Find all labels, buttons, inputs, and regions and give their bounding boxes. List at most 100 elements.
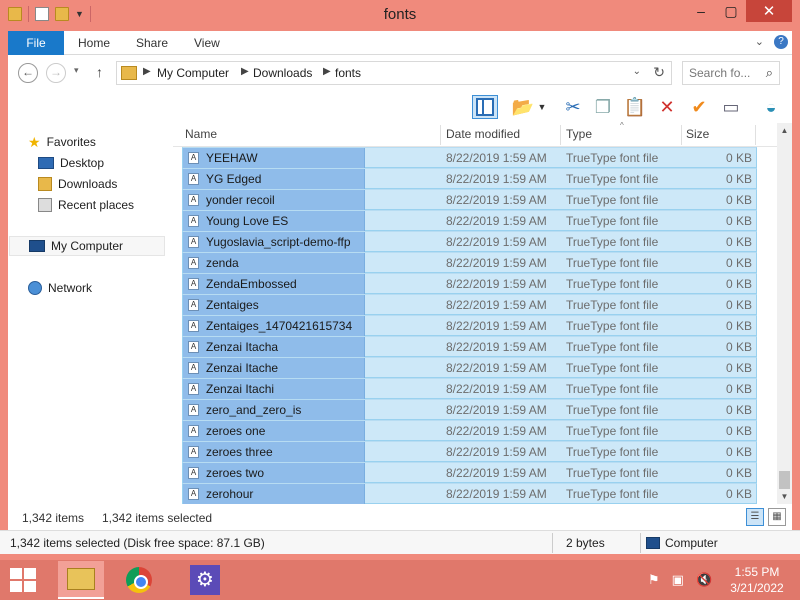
minimize-button[interactable]: – bbox=[686, 0, 716, 22]
vertical-scrollbar[interactable]: ▲ ▼ bbox=[777, 123, 792, 504]
cut-button[interactable]: ✂ bbox=[560, 95, 586, 119]
name-cell[interactable]: A Yugoslavia_script-demo-ffp bbox=[183, 232, 365, 252]
table-row[interactable]: Azeroes three 8/22/2019 1:59 AM TrueType f… bbox=[182, 441, 757, 462]
name-cell[interactable]: A Young Love ES bbox=[183, 211, 365, 231]
tab-file[interactable]: File bbox=[8, 31, 64, 55]
table-row[interactable]: Azerohour 8/22/2019 1:59 AM TrueType font … bbox=[182, 483, 757, 504]
properties-button[interactable]: ▭ bbox=[718, 95, 744, 119]
column-name[interactable]: Name bbox=[185, 127, 217, 141]
table-row[interactable]: Azeroes one 8/22/2019 1:59 AM TrueType fon… bbox=[182, 420, 757, 441]
file-name: Zenzai Itacha bbox=[206, 340, 279, 354]
table-row[interactable]: A Zentaiges_1470421615734 8/22/2019 1:59 A… bbox=[182, 315, 757, 336]
help-icon[interactable]: ? bbox=[774, 35, 788, 49]
scroll-down-icon[interactable]: ▼ bbox=[777, 489, 792, 504]
tab-home[interactable]: Home bbox=[64, 31, 124, 55]
scroll-up-icon[interactable]: ▲ bbox=[777, 123, 792, 138]
name-cell[interactable]: Azenda bbox=[183, 253, 365, 273]
breadcrumb-fonts[interactable]: fonts bbox=[335, 66, 361, 80]
breadcrumb-downloads[interactable]: Downloads bbox=[253, 66, 312, 80]
taskbar-chrome[interactable] bbox=[116, 561, 162, 599]
file-type: TrueType font file bbox=[566, 424, 659, 438]
desktop-icon bbox=[38, 157, 54, 169]
scroll-thumb[interactable] bbox=[779, 471, 790, 489]
rename-button[interactable]: ✔ bbox=[686, 95, 712, 119]
tab-view[interactable]: View bbox=[180, 31, 234, 55]
paste-button[interactable]: 📋 bbox=[622, 95, 648, 119]
move-to-dropdown-icon[interactable]: ▼ bbox=[536, 95, 548, 119]
speaker-muted-icon[interactable]: 🔇 bbox=[696, 572, 712, 588]
title-bar[interactable]: ▼ fonts – ▢ ✕ bbox=[0, 0, 800, 31]
up-arrow-icon[interactable]: ↑ bbox=[96, 64, 103, 80]
table-row[interactable]: A Zenzai Itache 8/22/2019 1:59 AM TrueType … bbox=[182, 357, 757, 378]
name-cell[interactable]: A Zenzai Itachi bbox=[183, 379, 365, 399]
table-row[interactable]: A Yugoslavia_script-demo-ffp 8/22/2019 1:5… bbox=[182, 231, 757, 252]
tab-share[interactable]: Share bbox=[122, 31, 182, 55]
table-row[interactable]: A ZendaEmbossed 8/22/2019 1:59 AM TrueType … bbox=[182, 273, 757, 294]
file-explorer-icon bbox=[67, 568, 95, 590]
file-name: zenda bbox=[206, 256, 239, 270]
name-cell[interactable]: A YG Edged bbox=[183, 169, 365, 189]
breadcrumb-my-computer[interactable]: My Computer bbox=[157, 66, 229, 80]
action-center-flag-icon[interactable]: ⚑ bbox=[648, 572, 660, 588]
refresh-icon[interactable]: ↻ bbox=[653, 64, 665, 81]
table-row[interactable]: A Zenzai Itacha 8/22/2019 1:59 AM TrueType … bbox=[182, 336, 757, 357]
name-cell[interactable]: A Zenzai Itache bbox=[183, 358, 365, 378]
name-cell[interactable]: A Zenzai Itacha bbox=[183, 337, 365, 357]
network-tray-icon[interactable]: ▣ bbox=[672, 572, 684, 588]
column-size[interactable]: Size bbox=[686, 127, 709, 141]
name-cell[interactable]: A Zentaiges bbox=[183, 295, 365, 315]
large-icons-view-icon[interactable]: ▦ bbox=[768, 508, 786, 526]
name-cell[interactable]: A YEEHAW bbox=[183, 148, 365, 168]
taskbar-settings[interactable]: ⚙ bbox=[182, 561, 228, 599]
taskbar-file-explorer[interactable] bbox=[58, 561, 104, 599]
name-cell[interactable]: Azero_and_zero_is bbox=[183, 400, 365, 420]
clock[interactable]: 1:55 PM 3/21/2022 bbox=[722, 564, 792, 596]
table-row[interactable]: Ayonder recoil 8/22/2019 1:59 AM TrueType … bbox=[182, 189, 757, 210]
delete-button[interactable]: ✕ bbox=[654, 95, 680, 119]
name-cell[interactable]: A ZendaEmbossed bbox=[183, 274, 365, 294]
recent-locations-icon[interactable]: ▾ bbox=[74, 65, 79, 76]
navigation-pane-button[interactable] bbox=[472, 95, 498, 119]
name-cell[interactable]: Azeroes two bbox=[183, 463, 365, 483]
name-cell[interactable]: A Zentaiges_1470421615734 bbox=[183, 316, 365, 336]
nav-recent-places[interactable]: Recent places bbox=[38, 195, 134, 215]
maximize-button[interactable]: ▢ bbox=[716, 0, 746, 22]
nav-network[interactable]: Network bbox=[28, 278, 92, 298]
expand-ribbon-icon[interactable]: ⌄ bbox=[755, 35, 764, 49]
options-button[interactable]: ◒ bbox=[758, 95, 784, 119]
back-button[interactable]: ← bbox=[18, 63, 38, 83]
close-button[interactable]: ✕ bbox=[746, 0, 792, 22]
search-input[interactable]: Search fo... ⌕ bbox=[682, 61, 780, 85]
chevron-right-icon[interactable]: ▶ bbox=[143, 66, 151, 77]
table-row[interactable]: Azenda 8/22/2019 1:59 AM TrueType font fil… bbox=[182, 252, 757, 273]
table-row[interactable]: A YG Edged 8/22/2019 1:59 AM TrueType font … bbox=[182, 168, 757, 189]
name-cell[interactable]: Azeroes one bbox=[183, 421, 365, 441]
details-view-icon[interactable]: ☰ bbox=[746, 508, 764, 526]
font-file-icon: A bbox=[188, 425, 199, 437]
name-cell[interactable]: Azerohour bbox=[183, 484, 365, 504]
name-cell[interactable]: Ayonder recoil bbox=[183, 190, 365, 210]
chevron-right-icon[interactable]: ▶ bbox=[323, 66, 331, 77]
column-type[interactable]: Type bbox=[566, 127, 592, 141]
nav-favorites[interactable]: ★ Favorites bbox=[28, 132, 96, 152]
nav-downloads[interactable]: Downloads bbox=[38, 174, 117, 194]
name-cell[interactable]: Azeroes three bbox=[183, 442, 365, 462]
table-row[interactable]: Azero_and_zero_is 8/22/2019 1:59 AM TrueTy… bbox=[182, 399, 757, 420]
forward-button[interactable]: → bbox=[46, 63, 66, 83]
table-row[interactable]: Azeroes two 8/22/2019 1:59 AM TrueType fon… bbox=[182, 462, 757, 483]
address-bar[interactable]: ▶ My Computer ▶ Downloads ▶ fonts ⌄ ↻ bbox=[116, 61, 672, 85]
file-date: 8/22/2019 1:59 AM bbox=[446, 256, 547, 270]
table-row[interactable]: A Zenzai Itachi 8/22/2019 1:59 AM TrueType … bbox=[182, 378, 757, 399]
nav-desktop[interactable]: Desktop bbox=[38, 153, 104, 173]
address-dropdown-icon[interactable]: ⌄ bbox=[633, 66, 641, 77]
details-bar: 1,342 items selected (Disk free space: 8… bbox=[0, 530, 800, 554]
move-to-button[interactable]: 📂 bbox=[510, 95, 536, 119]
table-row[interactable]: A Young Love ES 8/22/2019 1:59 AM TrueType … bbox=[182, 210, 757, 231]
nav-my-computer[interactable]: My Computer bbox=[9, 236, 165, 256]
start-button[interactable] bbox=[10, 568, 36, 592]
table-row[interactable]: A Zentaiges 8/22/2019 1:59 AM TrueType font… bbox=[182, 294, 757, 315]
table-row[interactable]: A YEEHAW 8/22/2019 1:59 AM TrueType font fi… bbox=[182, 147, 757, 168]
chevron-right-icon[interactable]: ▶ bbox=[241, 66, 249, 77]
column-date-modified[interactable]: Date modified bbox=[446, 127, 520, 141]
copy-button[interactable]: ❐ bbox=[590, 95, 616, 119]
